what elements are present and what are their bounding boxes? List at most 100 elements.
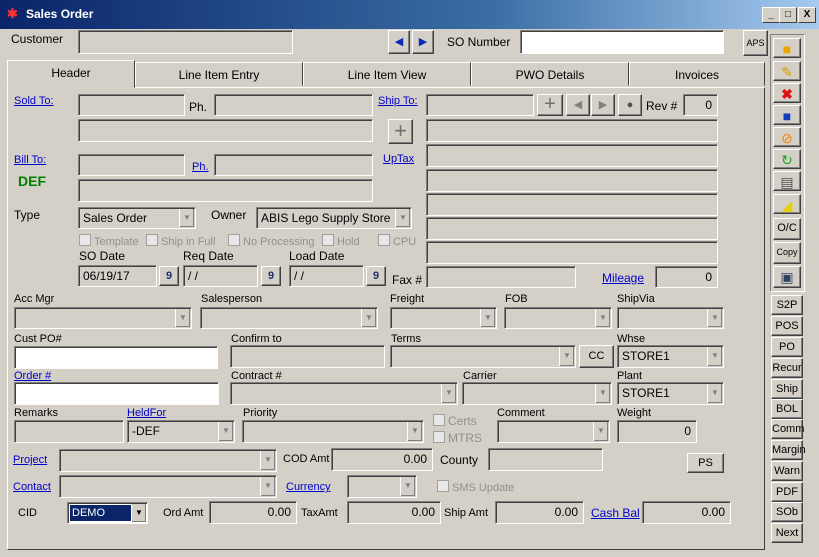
fob-select[interactable]: ▼ [504,307,612,329]
hold-checkbox[interactable]: Hold [322,234,360,248]
so-date-calendar-button[interactable]: 9 [159,266,179,286]
contact-link[interactable]: Contact [13,481,51,493]
tab-line-item-entry[interactable]: Line Item Entry [135,62,303,86]
uptax-link[interactable]: UpTax [383,153,414,165]
held-for-link[interactable]: HeldFor [127,407,166,419]
bill-to-link[interactable]: Bill To: [14,154,46,166]
certs-checkbox[interactable]: Certs [433,414,477,428]
warn-button[interactable]: Warn [771,461,803,481]
bill-to-input[interactable] [78,154,185,176]
contract-select[interactable]: ▼ [230,382,458,405]
ship-to-line-4[interactable] [426,193,718,216]
note-button[interactable]: ◢ [773,194,801,214]
whse-select[interactable]: STORE1 ▼ [617,345,724,368]
template-checkbox[interactable]: Template [79,234,139,248]
save-record-button[interactable]: ■ [773,105,801,125]
close-window-button[interactable]: X [798,7,816,23]
comm-button[interactable]: Comm [771,419,804,439]
ship-to-next-button[interactable]: ▶ [591,94,615,116]
req-date-calendar-button[interactable]: 9 [261,266,281,286]
county-input[interactable] [488,448,603,471]
currency-link[interactable]: Currency [286,481,331,493]
remarks-input[interactable] [14,420,124,443]
prev-record-button[interactable]: ◀ [388,30,410,54]
add-ship-to-button[interactable]: + [537,94,563,116]
carrier-select[interactable]: ▼ [462,382,612,405]
order-number-link[interactable]: Order # [14,370,51,382]
sob-button[interactable]: SOb [771,502,803,522]
sold-to-address-input[interactable] [78,119,373,142]
comment-select[interactable]: ▼ [497,420,610,443]
ship-to-link[interactable]: Ship To: [378,95,418,107]
currency-select[interactable]: ▼ [347,475,417,498]
aps-button[interactable]: APS [743,30,768,56]
so-number-input[interactable] [520,30,724,54]
ship-to-line-1[interactable] [426,119,718,142]
ps-button[interactable]: PS [687,453,724,473]
no-processing-checkbox[interactable]: No Processing [228,234,315,248]
edit-record-button[interactable]: ✎ [773,61,801,81]
bill-to-phone-input[interactable] [214,154,373,176]
new-record-button[interactable]: ■ [773,38,801,58]
project-link[interactable]: Project [13,454,47,466]
delete-record-button[interactable]: ✖ [773,83,801,103]
req-date-input[interactable]: / / [183,265,258,287]
sold-to-input[interactable] [78,94,185,116]
fax-input[interactable] [426,266,576,288]
next-record-button[interactable]: ▶ [412,30,434,54]
confirm-to-input[interactable] [230,345,385,368]
acc-mgr-select[interactable]: ▼ [14,307,192,329]
ship-to-line-2[interactable] [426,144,718,167]
ship-to-line-3[interactable] [426,169,718,192]
load-date-calendar-button[interactable]: 9 [366,266,386,286]
maximize-button[interactable]: □ [779,7,797,23]
salesperson-select[interactable]: ▼ [200,307,378,329]
priority-select[interactable]: ▼ [242,420,424,443]
tab-invoices[interactable]: Invoices [629,62,765,86]
mileage-link[interactable]: Mileage [602,271,644,285]
bill-phone-link[interactable]: Ph. [192,161,209,173]
ship-to-line-6[interactable] [426,241,718,264]
image-button[interactable]: ▣ [773,266,801,288]
cash-bal-link[interactable]: Cash Bal [591,506,640,520]
cust-po-input[interactable] [14,346,218,369]
load-date-input[interactable]: / / [289,265,364,287]
s2p-button[interactable]: S2P [771,295,803,315]
next-button[interactable]: Next [771,523,803,543]
plant-select[interactable]: STORE1 ▼ [617,382,724,405]
cc-button[interactable]: CC [579,345,614,368]
cancel-record-button[interactable]: ⊘ [773,127,801,147]
contact-select[interactable]: ▼ [59,475,277,498]
bill-to-address-input[interactable] [78,179,373,202]
held-for-select[interactable]: -DEF ▼ [127,420,235,443]
terms-select[interactable]: ▼ [390,345,576,368]
ship-in-full-checkbox[interactable]: Ship in Full [146,234,215,248]
sold-to-link[interactable]: Sold To: [14,95,54,107]
sold-to-phone-input[interactable] [214,94,373,116]
copy-button[interactable]: Copy [773,242,801,264]
owner-select[interactable]: ABIS Lego Supply Store ▼ [256,207,412,229]
bol-button[interactable]: BOL [771,399,803,419]
type-select[interactable]: Sales Order ▼ [78,207,196,229]
freight-select[interactable]: ▼ [390,307,497,329]
sms-update-checkbox[interactable]: SMS Update [437,480,514,494]
refresh-button[interactable]: ↻ [773,149,801,169]
so-date-input[interactable]: 06/19/17 [78,265,157,287]
tab-pwo-details[interactable]: PWO Details [471,62,629,86]
ship-to-prev-button[interactable]: ◀ [566,94,590,116]
pdf-button[interactable]: PDF [771,482,803,502]
mtrs-checkbox[interactable]: MTRS [433,431,482,445]
shipvia-select[interactable]: ▼ [617,307,724,329]
oc-button[interactable]: O/C [773,218,801,240]
ship-to-line-5[interactable] [426,217,718,240]
cpu-checkbox[interactable]: CPU [378,234,416,248]
ship-button[interactable]: Ship [771,379,803,399]
customer-input[interactable] [78,30,293,54]
project-select[interactable]: ▼ [59,449,277,472]
tab-header[interactable]: Header [7,60,135,88]
cid-select[interactable]: DEMO ▼ [67,502,148,524]
ship-to-input[interactable] [426,94,534,116]
pos-button[interactable]: POS [771,316,803,336]
recur-button[interactable]: Recur [771,358,803,378]
minimize-button[interactable]: _ [762,7,780,23]
